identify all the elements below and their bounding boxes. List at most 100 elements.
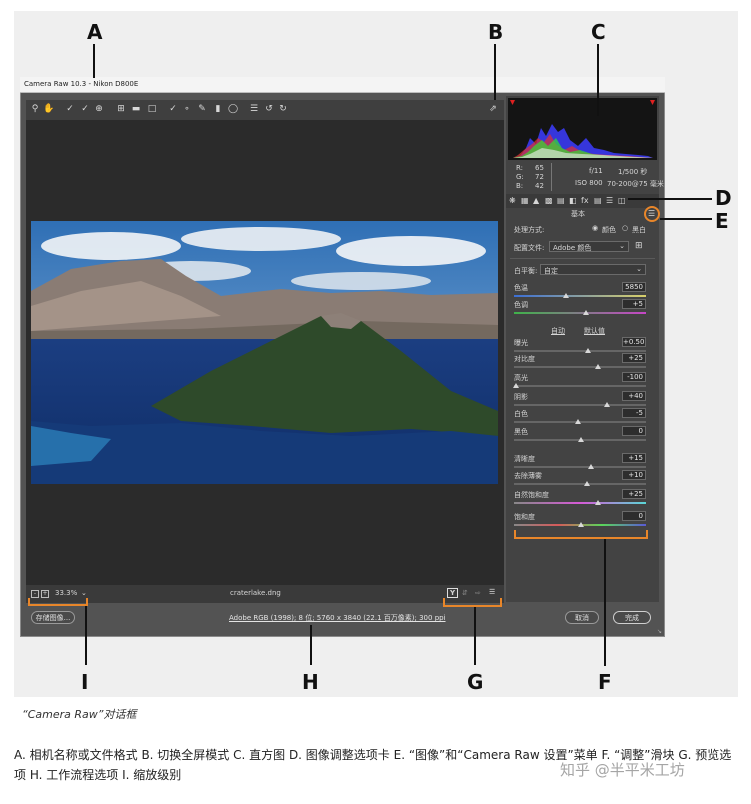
targeted-adjustment-icon[interactable]: ⊕ xyxy=(93,103,105,116)
treatment-color[interactable]: 颜色 xyxy=(602,225,616,235)
profile-select[interactable]: Adobe 颜色 ⌄ xyxy=(549,241,629,252)
treatment-bw[interactable]: 黑白 xyxy=(632,225,646,235)
slider-label: 饱和度 xyxy=(514,513,535,521)
slider-thumb[interactable] xyxy=(595,500,601,505)
crop-icon[interactable]: ⊞ xyxy=(115,103,127,116)
slider-track[interactable] xyxy=(514,404,646,406)
slider-thumb[interactable] xyxy=(513,383,519,388)
workflow-options-link[interactable]: Adobe RGB (1998); 8 位; 5760 x 3840 (22.1… xyxy=(229,613,446,623)
done-button[interactable]: 完成 xyxy=(613,611,651,624)
readout-r-value: 65 xyxy=(535,164,544,172)
auto-button[interactable]: 自动 xyxy=(551,326,565,336)
tone-curve-tab-icon[interactable]: ▦ xyxy=(521,196,529,205)
detail-tab-icon[interactable]: ▲ xyxy=(533,196,539,205)
slider-track[interactable] xyxy=(514,366,646,368)
slider-thumb[interactable] xyxy=(588,464,594,469)
preview-preferences-icon[interactable]: ☰ xyxy=(489,588,495,596)
readout-g-label: G: xyxy=(516,173,524,181)
zoom-dropdown-icon[interactable]: ⌄ xyxy=(81,589,87,597)
slider-value-field[interactable]: +15 xyxy=(622,453,646,463)
leader-h xyxy=(310,625,312,665)
leader-a xyxy=(93,44,95,78)
slider-track[interactable] xyxy=(514,483,646,485)
slider-thumb[interactable] xyxy=(575,419,581,424)
hsl-tab-icon[interactable]: ▩ xyxy=(545,196,553,205)
fullscreen-icon[interactable]: ⇗ xyxy=(487,103,499,116)
slider-value-field[interactable]: +40 xyxy=(622,391,646,401)
slider-track[interactable] xyxy=(514,385,646,387)
default-button[interactable]: 默认值 xyxy=(584,326,605,336)
straighten-icon[interactable]: ▬ xyxy=(130,103,142,116)
calibration-tab-icon[interactable]: ▤ xyxy=(594,196,602,205)
slider-thumb[interactable] xyxy=(583,310,589,315)
slider-track[interactable] xyxy=(514,502,646,504)
callout-h: H xyxy=(302,670,319,694)
readout-b-value: 42 xyxy=(535,182,544,190)
rotate-right-icon[interactable]: ↻ xyxy=(277,103,289,116)
graduated-filter-icon[interactable]: ▮ xyxy=(212,103,224,116)
color-sampler-icon[interactable]: ✓ xyxy=(79,103,91,116)
slider-value-field[interactable]: +0.50 xyxy=(622,337,646,347)
split-toning-tab-icon[interactable]: ▤ xyxy=(557,196,565,205)
slider-track[interactable] xyxy=(514,466,646,468)
slider-track[interactable] xyxy=(514,295,646,297)
slider-thumb[interactable] xyxy=(584,481,590,486)
transform-icon[interactable]: □ xyxy=(146,103,158,116)
slider-value-field[interactable]: 0 xyxy=(622,426,646,436)
slider-value-field[interactable]: -5 xyxy=(622,408,646,418)
rotate-left-icon[interactable]: ↺ xyxy=(263,103,275,116)
radio-color-icon[interactable]: ◉ xyxy=(592,224,598,232)
slider-thumb[interactable] xyxy=(604,402,610,407)
leader-f xyxy=(604,539,606,666)
slider-thumb[interactable] xyxy=(578,437,584,442)
leader-g xyxy=(474,607,476,665)
before-after-button[interactable]: Y xyxy=(447,588,458,598)
slider-thumb[interactable] xyxy=(585,348,591,353)
slider-label: 去除薄雾 xyxy=(514,472,542,480)
white-balance-icon[interactable]: ✓ xyxy=(64,103,76,116)
zoom-icon[interactable]: ⚲ xyxy=(29,103,41,116)
slider-thumb[interactable] xyxy=(578,522,584,527)
lens-tab-icon[interactable]: ◧ xyxy=(569,196,577,205)
leader-i xyxy=(85,606,87,665)
slider-label: 白色 xyxy=(514,410,528,418)
save-image-button[interactable]: 存储图像... xyxy=(31,611,75,624)
hand-icon[interactable]: ✋ xyxy=(43,103,55,116)
slider-thumb[interactable] xyxy=(563,293,569,298)
basic-tab-icon[interactable]: ❋ xyxy=(509,196,516,205)
brush-icon[interactable]: ✎ xyxy=(196,103,208,116)
slider-value-field[interactable]: +25 xyxy=(622,489,646,499)
effects-tab-icon[interactable]: fx xyxy=(581,196,589,205)
snapshots-tab-icon[interactable]: ◫ xyxy=(618,196,626,205)
spot-removal-icon[interactable]: ✓ xyxy=(167,103,179,116)
slider-value-field[interactable]: -100 xyxy=(622,372,646,382)
wb-select[interactable]: 自定 ⌄ xyxy=(540,264,646,275)
slider-value-field[interactable]: +10 xyxy=(622,470,646,480)
presets-tab-icon[interactable]: ☰ xyxy=(606,196,613,205)
zoom-in-icon[interactable]: + xyxy=(41,590,49,598)
slider-value-field[interactable]: 0 xyxy=(622,511,646,521)
bracket-g xyxy=(443,605,502,607)
slider-thumb[interactable] xyxy=(595,364,601,369)
slider-value-field[interactable]: +25 xyxy=(622,353,646,363)
slider-value-field[interactable]: +5 xyxy=(622,299,646,309)
callout-c: C xyxy=(591,20,606,44)
slider-value-field[interactable]: 5850 xyxy=(622,282,646,292)
slider-track[interactable] xyxy=(514,350,646,352)
red-eye-icon[interactable]: ∘ xyxy=(181,103,193,116)
cancel-button[interactable]: 取消 xyxy=(565,611,599,624)
profile-browser-icon[interactable]: ⊞ xyxy=(635,241,643,251)
zoom-out-icon[interactable]: - xyxy=(31,590,39,598)
list-icon[interactable]: ☰ xyxy=(248,103,260,116)
swap-preview-icon[interactable]: ⇵ xyxy=(462,589,468,597)
filename: craterlake.dng xyxy=(230,589,281,597)
chevron-down-icon: ⌄ xyxy=(619,242,625,250)
resize-grip-icon[interactable]: ↘ xyxy=(657,628,662,635)
slider-track[interactable] xyxy=(514,312,646,314)
radial-filter-icon[interactable]: ◯ xyxy=(227,103,239,116)
radio-bw-icon[interactable]: ○ xyxy=(622,224,628,232)
callout-f: F xyxy=(598,670,612,694)
bracket-f-left xyxy=(514,530,516,539)
copy-settings-icon[interactable]: ⇨ xyxy=(475,589,481,597)
bracket-i xyxy=(28,604,88,606)
